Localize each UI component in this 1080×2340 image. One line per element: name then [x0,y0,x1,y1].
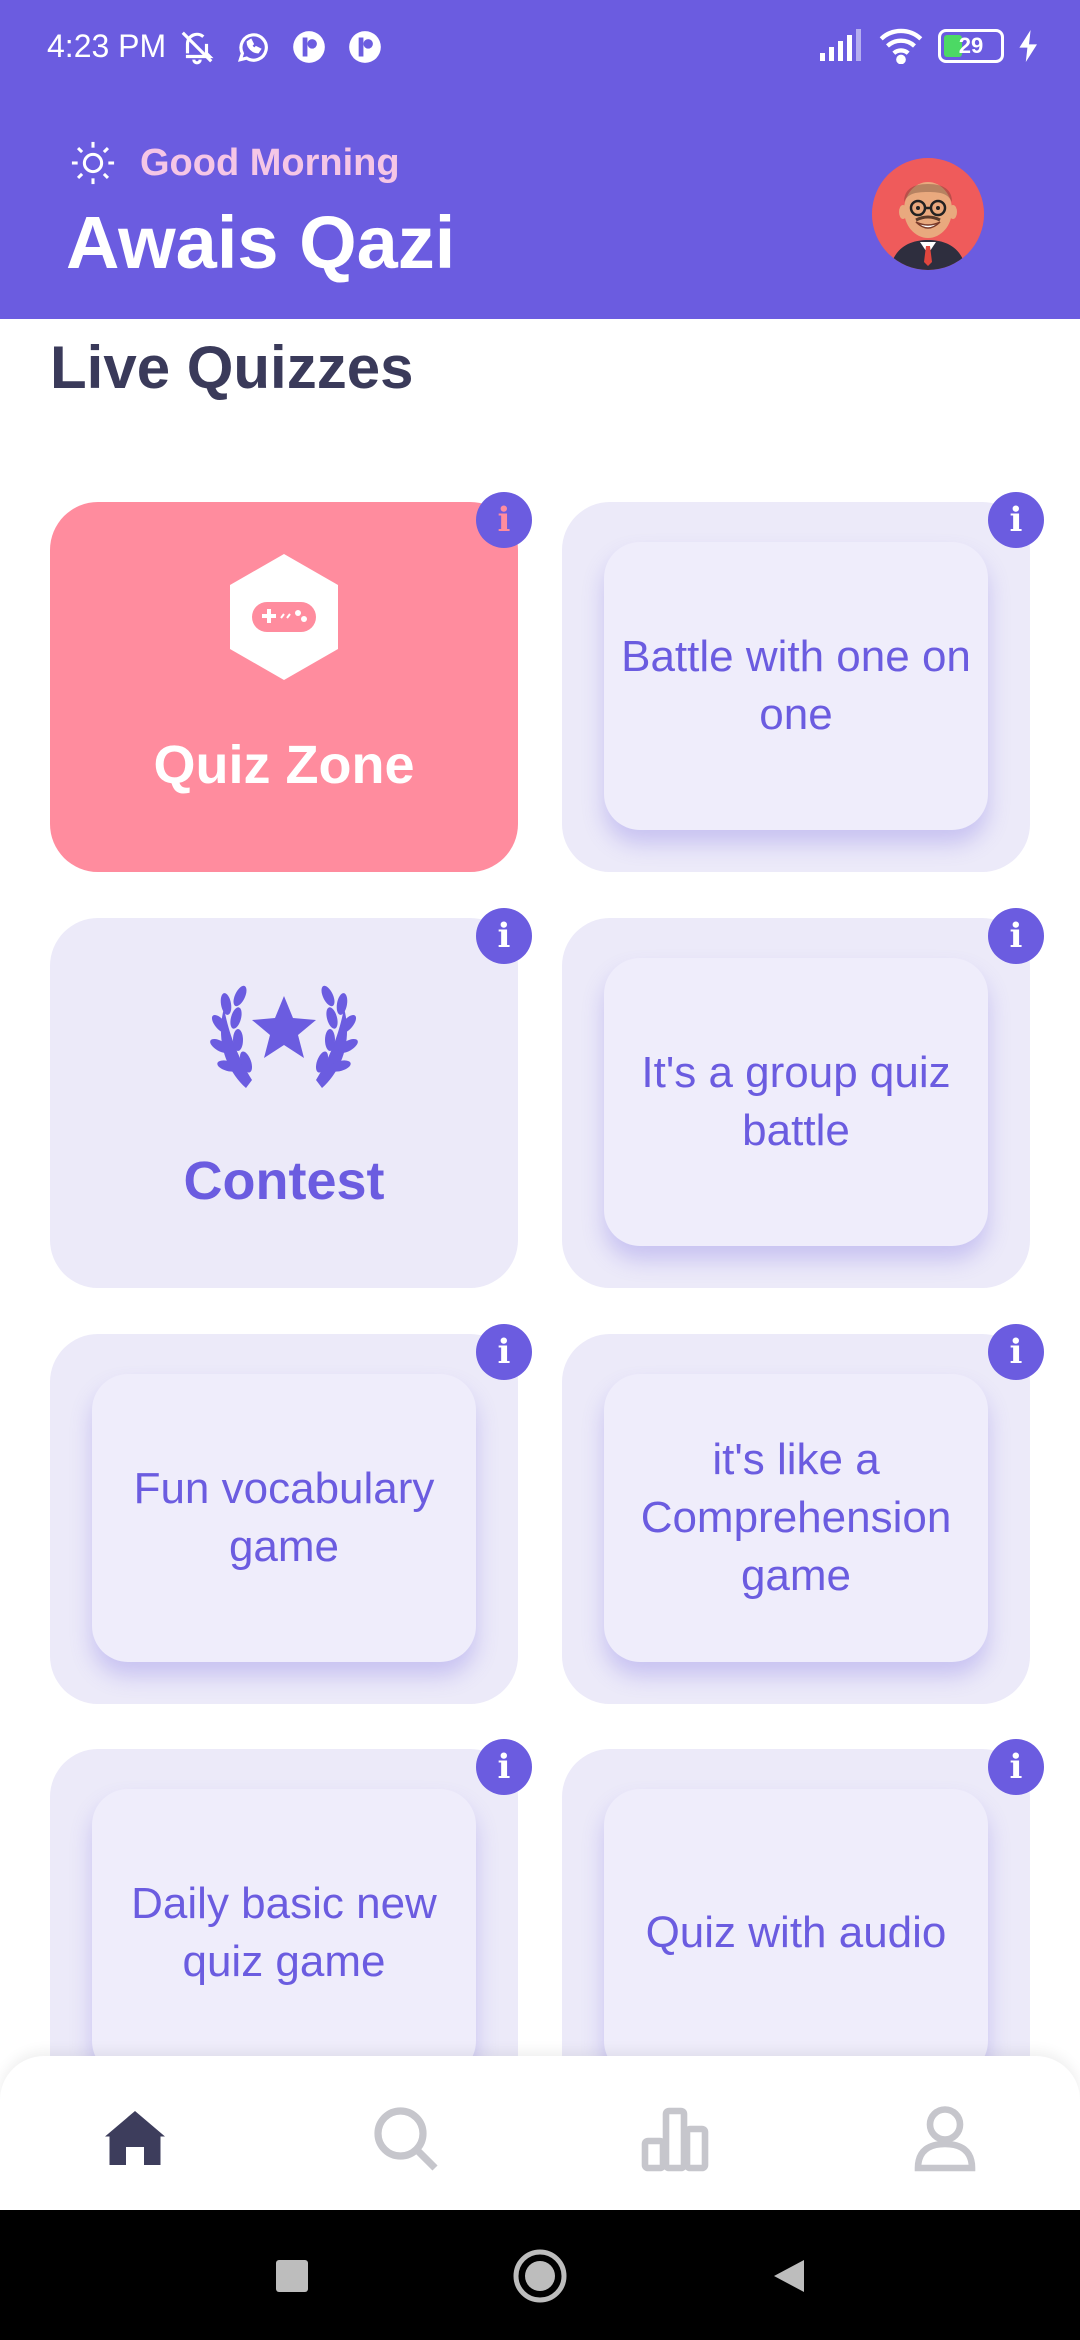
app-header: 4:23 PM 29 Good Morning Awais Qazi [0,0,1080,319]
vocabulary-game-card[interactable]: Fun vocabulary game [50,1334,518,1704]
info-icon[interactable]: i [988,908,1044,964]
info-icon[interactable]: i [476,908,532,964]
app-notification-icon [349,31,381,63]
profile-icon [914,2106,976,2172]
info-icon[interactable]: i [988,1739,1044,1795]
one-on-one-battle-card[interactable]: Battle with one on one [562,502,1030,872]
signal-icon [820,29,861,61]
circle-icon [513,2249,567,2303]
bottom-navigation [0,2056,1080,2210]
card-label: Battle with one on one [621,632,971,739]
card-label: Fun vocabulary game [133,1464,435,1571]
recents-button[interactable] [264,2248,320,2304]
back-triangle-icon [774,2260,804,2292]
nav-home[interactable] [95,2098,175,2178]
card-inner: It's a group quiz battle [604,958,988,1246]
info-icon[interactable]: i [988,492,1044,548]
back-button[interactable] [760,2248,816,2304]
leaderboard-icon [641,2107,709,2172]
quiz-zone-card[interactable]: Quiz Zone [50,502,518,872]
card-inner: it's like a Comprehension game [604,1374,988,1662]
home-icon [105,2111,165,2165]
card-inner: Daily basic new quiz game [92,1789,476,2077]
system-navigation-bar [0,2210,1080,2340]
nav-leaderboard[interactable] [635,2098,715,2178]
app-notification-icon [293,31,325,63]
card-inner: Battle with one on one [604,542,988,830]
card-label: it's like a Comprehension game [640,1435,952,1600]
mute-bell-icon [181,31,214,65]
comprehension-game-card[interactable]: it's like a Comprehension game [562,1334,1030,1704]
home-system-button[interactable] [512,2248,568,2304]
card-inner: Quiz with audio [604,1789,988,2077]
whatsapp-icon [237,33,268,62]
card-label: Quiz Zone [153,735,415,795]
wifi-icon [879,28,923,64]
greeting-text: Good Morning [140,141,400,184]
square-icon [276,2260,308,2292]
card-label: Daily basic new quiz game [131,1879,437,1986]
battery-level: 29 [958,33,984,58]
notification-icons [178,28,384,66]
laurel-star-icon [210,985,358,1088]
group-battle-card[interactable]: It's a group quiz battle [562,918,1030,1288]
greeting: Good Morning [70,140,400,186]
search-icon [374,2107,438,2171]
nav-profile[interactable] [905,2098,985,2178]
card-label: It's a group quiz battle [641,1048,951,1155]
avatar[interactable] [872,158,984,270]
info-icon[interactable]: i [476,1739,532,1795]
avatar-illustration [872,158,984,270]
card-label: Quiz with audio [645,1908,947,1957]
charging-icon [1019,30,1037,62]
info-icon[interactable]: i [476,1324,532,1380]
status-bar: 4:23 PM 29 [0,0,1080,100]
battery-indicator: 29 [938,29,1004,63]
nav-search[interactable] [365,2098,445,2178]
system-status-icons: 29 [818,28,1040,64]
contest-card[interactable]: Contest [50,918,518,1288]
user-name: Awais Qazi [66,201,456,284]
status-time: 4:23 PM [47,28,167,64]
info-icon[interactable]: i [988,1324,1044,1380]
info-icon[interactable]: i [476,492,532,548]
sun-icon [71,141,115,185]
section-title: Live Quizzes [50,334,414,401]
card-inner: Fun vocabulary game [92,1374,476,1662]
card-label: Contest [183,1151,385,1211]
gamepad-icon [230,554,338,680]
